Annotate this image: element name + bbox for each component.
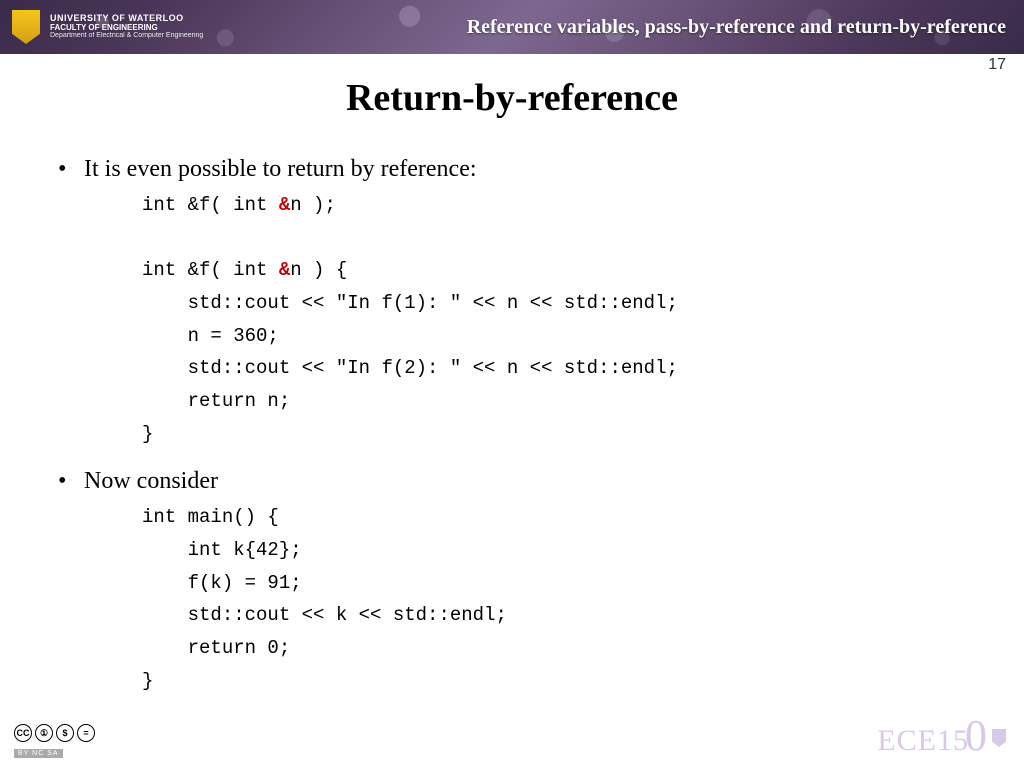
institution-block: UNIVERSITY OF WATERLOO FACULTY OF ENGINE… bbox=[50, 14, 203, 39]
department-name: Department of Electrical & Computer Engi… bbox=[50, 32, 203, 39]
sa-icon: = bbox=[77, 724, 95, 742]
cc-label: BY NC SA bbox=[14, 749, 63, 758]
faculty-name: FACULTY OF ENGINEERING bbox=[50, 24, 203, 32]
slide-title: Return-by-reference bbox=[0, 76, 1024, 120]
cc-license: CC ① $ = BY NC SA bbox=[14, 724, 95, 760]
ampersand-highlight: & bbox=[279, 259, 290, 281]
cc-icon: CC bbox=[14, 724, 32, 742]
slide-content: It is even possible to return by referen… bbox=[0, 120, 1024, 697]
course-code: ECE15 bbox=[877, 724, 969, 758]
nc-icon: $ bbox=[56, 724, 74, 742]
course-logo: ECE150 bbox=[877, 718, 1006, 758]
bullet-1: It is even possible to return by referen… bbox=[84, 156, 964, 183]
ampersand-highlight: & bbox=[279, 194, 290, 216]
course-crest-icon bbox=[992, 729, 1006, 747]
code-block-1: int &f( int &n ); int &f( int &n ) { std… bbox=[142, 189, 964, 450]
header-topic: Reference variables, pass-by-reference a… bbox=[203, 16, 1006, 39]
bullet-2: Now consider bbox=[84, 468, 964, 495]
slide-header: UNIVERSITY OF WATERLOO FACULTY OF ENGINE… bbox=[0, 0, 1024, 54]
by-icon: ① bbox=[35, 724, 53, 742]
page-number: 17 bbox=[988, 56, 1006, 74]
code-block-2: int main() { int k{42}; f(k) = 91; std::… bbox=[142, 501, 964, 697]
university-crest-icon bbox=[12, 10, 40, 44]
slide: UNIVERSITY OF WATERLOO FACULTY OF ENGINE… bbox=[0, 0, 1024, 768]
course-code-big: 0 bbox=[965, 718, 988, 753]
